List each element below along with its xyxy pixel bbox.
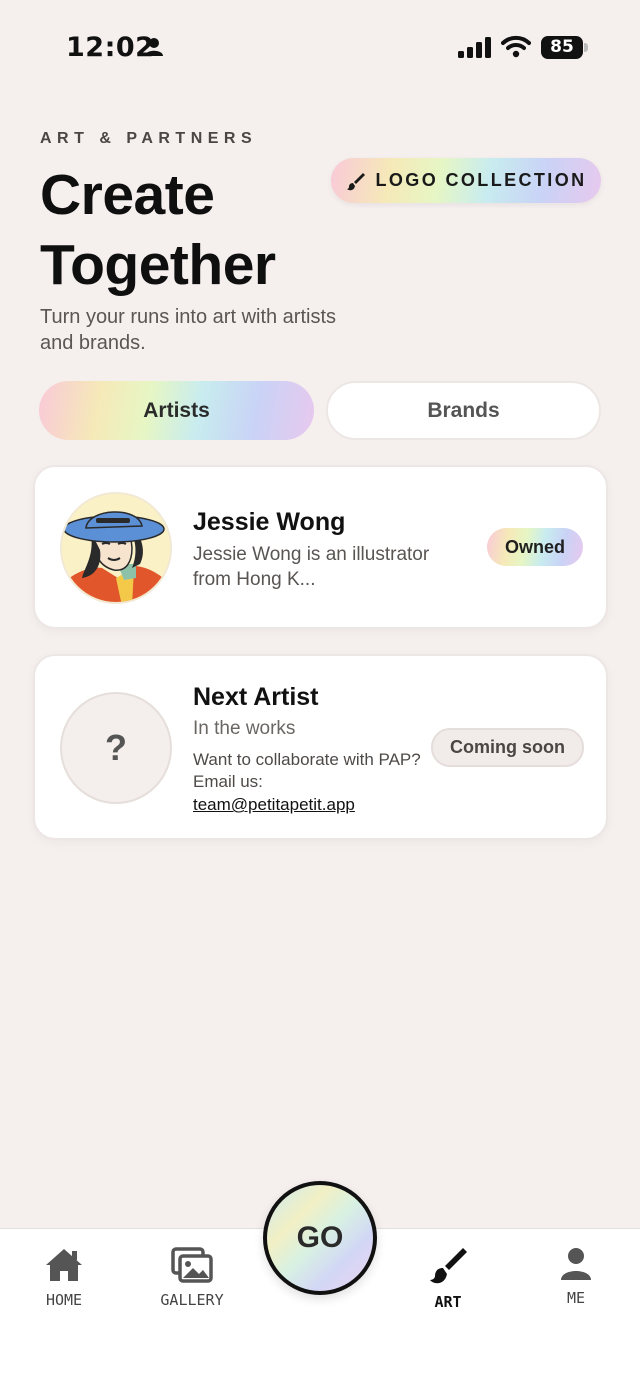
cellular-signal-icon xyxy=(458,37,491,58)
status-time: 12:02 xyxy=(66,32,155,63)
nav-gallery-label: GALLERY xyxy=(160,1291,224,1309)
home-icon xyxy=(46,1249,82,1281)
battery-level: 85 xyxy=(541,36,583,59)
status-bar: 12:02 85 xyxy=(0,0,640,96)
go-button[interactable]: GO xyxy=(263,1181,377,1295)
nav-me-label: ME xyxy=(566,1289,586,1307)
artist-avatar xyxy=(60,492,172,604)
page-title: Create Together xyxy=(40,163,276,297)
logo-collection-label: LOGO COLLECTION xyxy=(375,170,587,190)
brush-icon xyxy=(346,172,365,190)
logo-collection-button[interactable]: LOGO COLLECTION xyxy=(331,158,601,203)
person-icon xyxy=(561,1248,591,1280)
collaborate-text: Want to collaborate with PAP? Email us: xyxy=(193,750,421,791)
artist-card-jessie-wong[interactable]: Jessie Wong Jessie Wong is an illustrato… xyxy=(33,465,608,629)
section-eyebrow: ART & PARTNERS xyxy=(40,130,258,147)
artist-illustration xyxy=(62,494,170,602)
artist-description: Jessie Wong is an illustrator from Hong … xyxy=(193,544,430,590)
gallery-icon xyxy=(171,1247,213,1283)
artist-name: Jessie Wong xyxy=(193,508,346,536)
coming-soon-badge: Coming soon xyxy=(431,728,584,767)
artist-card-next-artist[interactable]: ? Next Artist In the works Want to colla… xyxy=(33,654,608,840)
page-subtitle: Turn your runs into art with artists and… xyxy=(40,306,337,354)
artist-status-subtitle: In the works xyxy=(193,718,296,739)
nav-art[interactable]: ART xyxy=(398,1247,498,1311)
tab-brands[interactable]: Brands xyxy=(326,381,601,440)
contact-email-link[interactable]: team@petitapetit.app xyxy=(193,795,355,815)
nav-art-label: ART xyxy=(434,1293,462,1311)
nav-home[interactable]: HOME xyxy=(14,1247,114,1309)
artist-name: Next Artist xyxy=(193,683,319,711)
nav-gallery[interactable]: GALLERY xyxy=(142,1247,242,1309)
wifi-icon xyxy=(501,35,531,58)
tab-artists[interactable]: Artists xyxy=(39,381,314,440)
paintbrush-icon xyxy=(430,1248,467,1284)
nav-me[interactable]: ME xyxy=(526,1247,626,1307)
person-icon xyxy=(145,38,163,56)
nav-home-label: HOME xyxy=(45,1291,83,1309)
question-mark-icon: ? xyxy=(60,692,172,804)
owned-badge: Owned xyxy=(487,528,583,566)
battery-tip xyxy=(584,43,588,52)
